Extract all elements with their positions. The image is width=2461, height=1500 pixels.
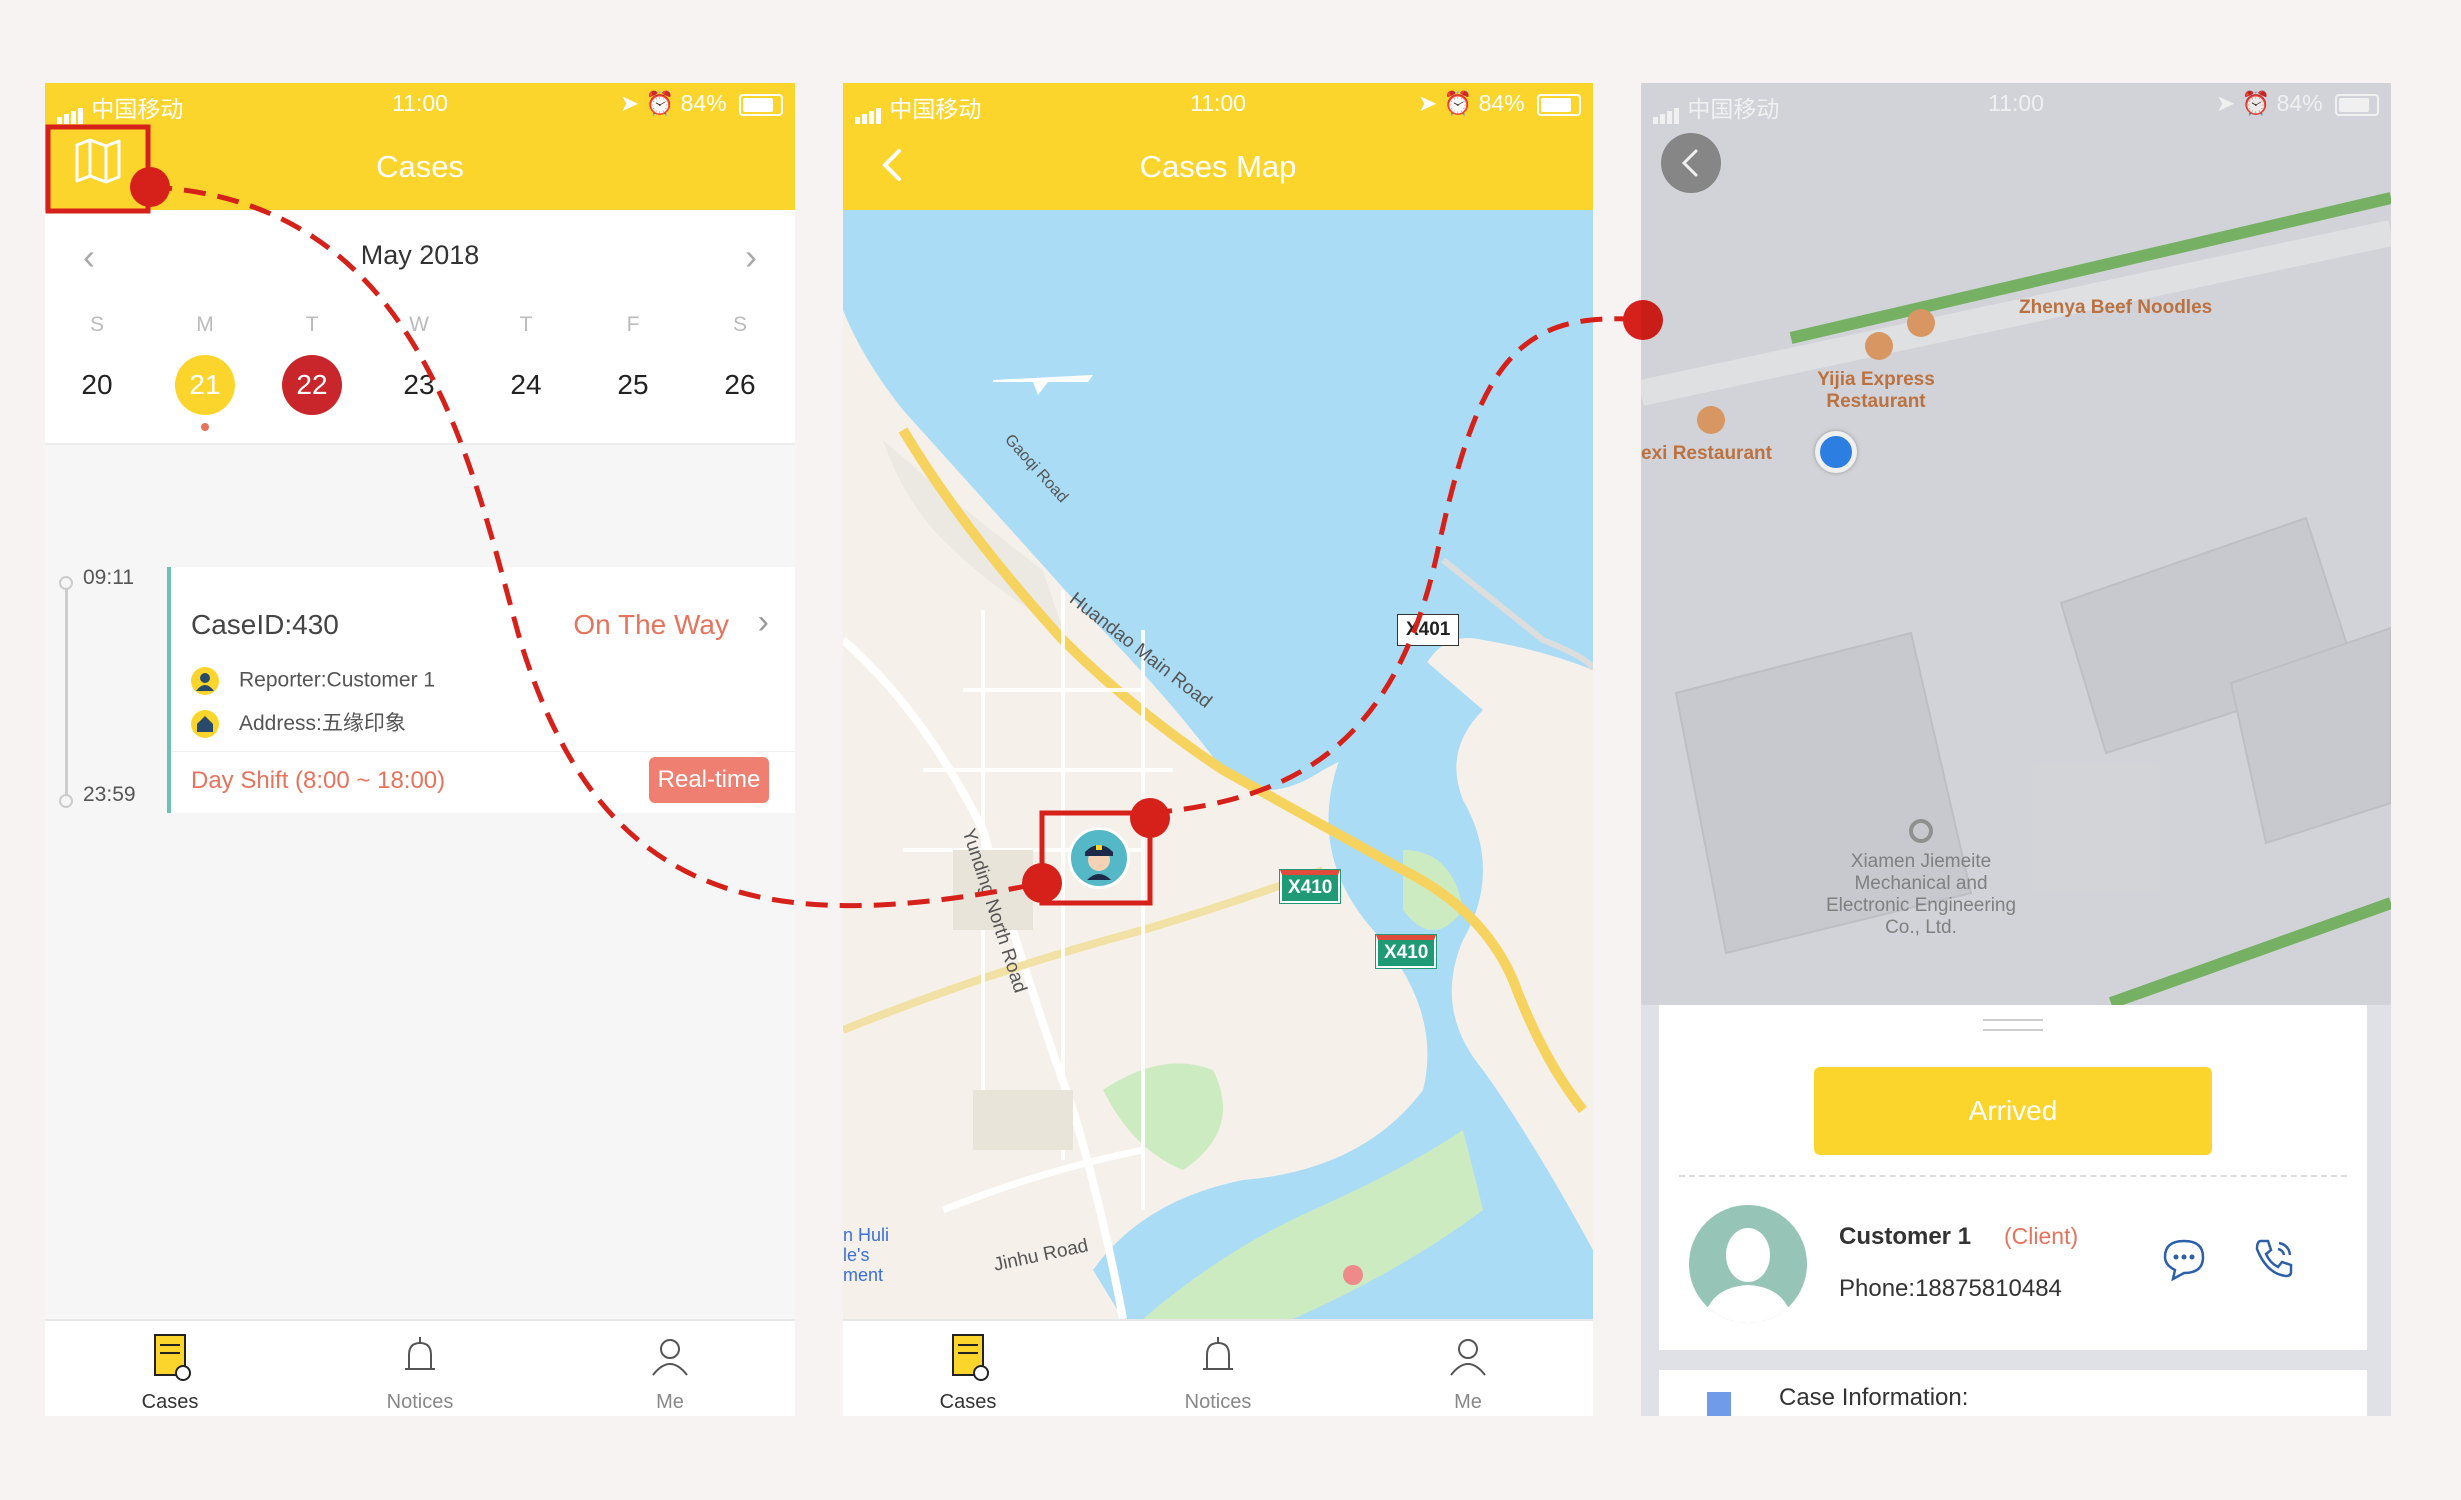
flow-dot xyxy=(130,167,170,207)
flow-dot xyxy=(1022,863,1062,903)
flow-path xyxy=(1149,316,1644,816)
flow-path xyxy=(149,184,1043,909)
flow-dot xyxy=(1623,300,1663,340)
highlight-box xyxy=(45,124,151,214)
flow-annotation xyxy=(45,124,1663,909)
flow-dot xyxy=(1130,798,1170,838)
